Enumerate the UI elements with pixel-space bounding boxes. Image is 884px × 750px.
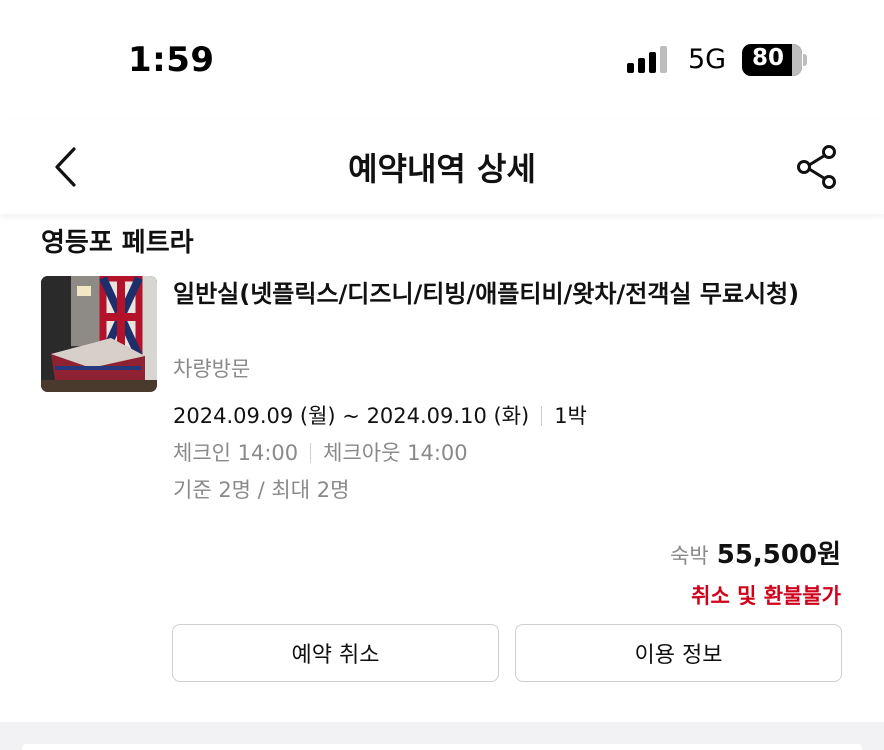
network-type: 5G xyxy=(688,44,727,75)
room-photo xyxy=(41,276,157,392)
room-name: 일반실(넷플릭스/디즈니/티빙/애플티비/왓차/전객실 무료시청) xyxy=(173,280,800,308)
date-range: 2024.09.09 (월) ~ 2024.09.10 (화) xyxy=(173,404,530,428)
divider xyxy=(310,443,312,463)
page-title: 예약내역 상세 xyxy=(348,150,536,188)
share-button[interactable] xyxy=(794,144,840,190)
price-row: 숙박 55,500원 xyxy=(670,534,841,571)
cellular-signal-icon xyxy=(627,45,667,73)
price-value: 55,500원 xyxy=(716,540,841,570)
hotel-name: 영등포 페트라 xyxy=(41,228,194,258)
battery-level: 80 xyxy=(751,45,784,71)
usage-info-button[interactable]: 이용 정보 xyxy=(515,624,842,682)
battery-icon: 80 xyxy=(742,44,802,76)
visit-type: 차량방문 xyxy=(173,357,251,381)
refund-policy: 취소 및 환불불가 xyxy=(691,584,841,608)
divider xyxy=(541,406,543,426)
stay-dates: 2024.09.09 (월) ~ 2024.09.10 (화) 1박 xyxy=(173,400,587,430)
cancel-reservation-button[interactable]: 예약 취소 xyxy=(172,624,499,682)
nights: 1박 xyxy=(554,404,587,428)
check-out-time: 체크아웃 14:00 xyxy=(323,441,468,465)
check-times: 체크인 14:00 체크아웃 14:00 xyxy=(173,437,468,467)
nav-header: 예약내역 상세 xyxy=(0,120,884,214)
battery-tip xyxy=(803,54,807,66)
next-section-card xyxy=(22,744,862,750)
check-in-time: 체크인 14:00 xyxy=(173,441,299,465)
status-bar: 1:59 5G 80 xyxy=(0,0,884,120)
room-thumbnail[interactable] xyxy=(41,276,157,392)
share-icon xyxy=(797,145,836,189)
occupancy: 기준 2명 / 최대 2명 xyxy=(173,478,350,502)
price-label: 숙박 xyxy=(670,544,709,568)
status-time: 1:59 xyxy=(128,40,215,80)
